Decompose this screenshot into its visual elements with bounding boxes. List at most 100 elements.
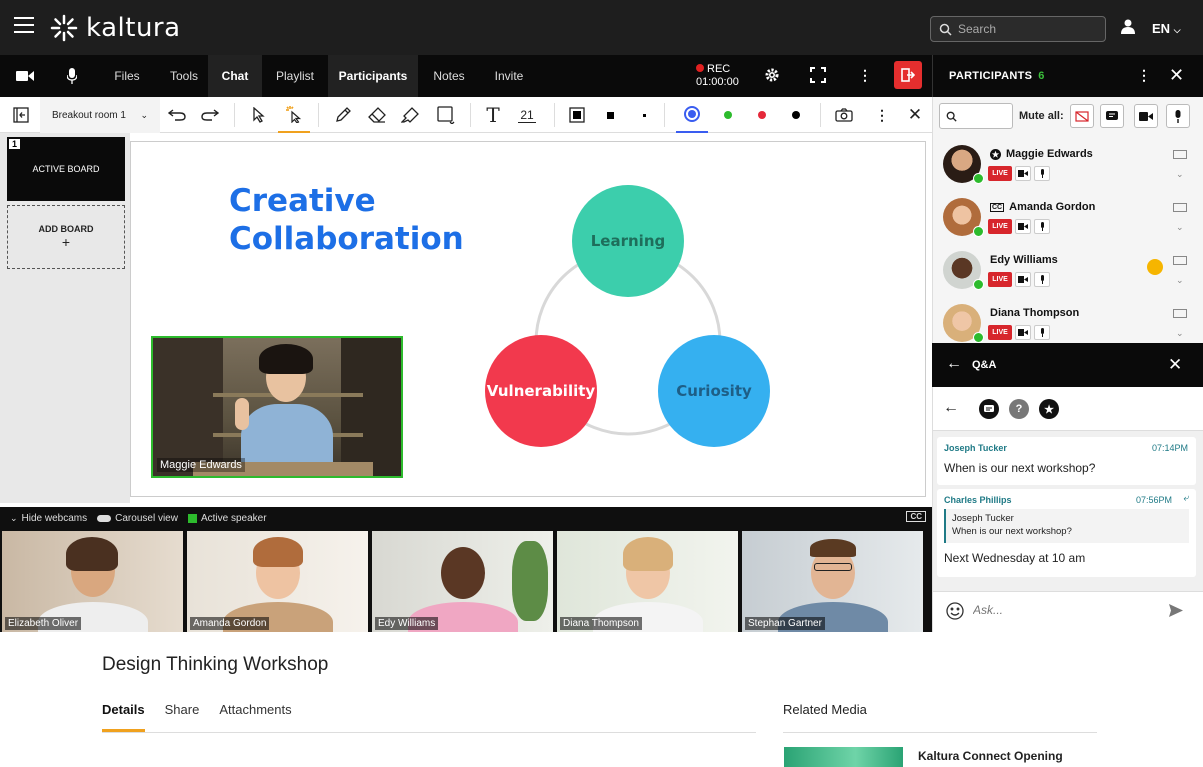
mute-all-mics-button[interactable]: [1166, 104, 1190, 128]
whiteboard-more-icon[interactable]: ⋮: [872, 97, 892, 133]
camera-icon[interactable]: [0, 55, 50, 97]
camera-icon[interactable]: [1015, 272, 1031, 287]
live-badge[interactable]: LIVE: [988, 166, 1012, 181]
leave-room-button[interactable]: [894, 61, 922, 89]
tab-participants[interactable]: Participants: [328, 55, 418, 97]
microphone-icon[interactable]: [50, 55, 94, 97]
filter-chat-icon[interactable]: [979, 399, 999, 419]
send-icon[interactable]: [1169, 604, 1183, 620]
user-icon[interactable]: [1120, 18, 1136, 37]
related-media-item[interactable]: Kaltura Connect Opening: [918, 749, 1063, 763]
whiteboard-canvas[interactable]: Creative Collaboration Learning Vulnerab…: [130, 141, 926, 497]
filter-question-icon[interactable]: ?: [1009, 399, 1029, 419]
camera-icon[interactable]: [1015, 166, 1031, 181]
raised-hand-icon[interactable]: [1147, 259, 1163, 275]
shape-tool-icon[interactable]: [434, 97, 458, 133]
screen-share-icon[interactable]: [1173, 308, 1187, 322]
redo-icon[interactable]: [199, 97, 221, 133]
pencil-icon[interactable]: [332, 97, 354, 133]
tab-tools[interactable]: Tools: [160, 55, 208, 97]
tab-share[interactable]: Share: [165, 702, 200, 732]
webcam-tile[interactable]: Amanda Gordon: [187, 531, 368, 632]
tab-details[interactable]: Details: [102, 702, 145, 732]
tab-playlist[interactable]: Playlist: [262, 55, 328, 97]
mute-all-cameras-button[interactable]: [1134, 104, 1158, 128]
participant-row[interactable]: CC Amanda Gordon LIVE ⌄: [933, 190, 1198, 243]
emoji-icon[interactable]: [946, 602, 964, 623]
closed-captions-icon[interactable]: CC: [906, 511, 926, 522]
webcam-tile[interactable]: Diana Thompson: [557, 531, 738, 632]
webcam-tile[interactable]: Edy Williams: [372, 531, 553, 632]
color-black[interactable]: [786, 97, 806, 133]
color-red[interactable]: [752, 97, 772, 133]
participant-row[interactable]: Edy Williams LIVE ⌄: [933, 243, 1198, 296]
breakout-room-select[interactable]: Breakout room 1 ⌄: [40, 97, 160, 133]
participant-search[interactable]: [939, 103, 1013, 129]
select-cursor-icon[interactable]: [248, 97, 270, 133]
color-green[interactable]: [718, 97, 738, 133]
more-options-icon[interactable]: ⋮: [858, 67, 872, 84]
language-selector[interactable]: EN ⌵: [1152, 21, 1181, 36]
close-icon[interactable]: ✕: [1168, 355, 1182, 375]
mute-all-chat-button[interactable]: [1100, 104, 1124, 128]
related-media-thumbnail[interactable]: [784, 747, 903, 767]
screenshot-camera-icon[interactable]: [832, 97, 856, 133]
webcam-tile[interactable]: Elizabeth Oliver: [2, 531, 183, 632]
reply-icon[interactable]: ⤶: [1183, 493, 1189, 504]
participant-row[interactable]: Diana Thompson LIVE ⌄: [933, 296, 1198, 343]
laser-pointer-icon[interactable]: [278, 97, 310, 133]
active-board-thumb[interactable]: 1 ACTIVE BOARD: [7, 137, 125, 201]
back-arrow-icon[interactable]: ←: [943, 399, 959, 417]
close-whiteboard-icon[interactable]: ✕: [904, 97, 926, 133]
color-blue-selected[interactable]: [676, 97, 708, 133]
fullscreen-icon[interactable]: [810, 67, 826, 86]
highlighter-icon[interactable]: [399, 97, 421, 133]
add-board-button[interactable]: ADD BOARD +: [7, 205, 125, 269]
kaltura-logo[interactable]: kaltura: [50, 13, 181, 43]
screen-share-icon[interactable]: [1173, 255, 1187, 269]
tab-files[interactable]: Files: [94, 55, 160, 97]
live-badge[interactable]: LIVE: [988, 272, 1012, 287]
filter-starred-icon[interactable]: ★: [1039, 399, 1059, 419]
live-badge[interactable]: LIVE: [988, 325, 1012, 340]
screen-share-icon[interactable]: [1173, 202, 1187, 216]
collapse-panel-icon[interactable]: [10, 97, 32, 133]
global-search[interactable]: [930, 16, 1106, 42]
chevron-down-icon[interactable]: ⌄: [1176, 275, 1184, 286]
text-tool-icon[interactable]: T: [482, 97, 504, 133]
qa-message[interactable]: Joseph Tucker 07:14PM When is our next w…: [937, 437, 1196, 485]
stroke-small-icon[interactable]: [634, 97, 654, 133]
chevron-down-icon[interactable]: ⌄: [1176, 169, 1184, 180]
microphone-icon[interactable]: [1034, 325, 1050, 340]
tab-invite[interactable]: Invite: [480, 55, 538, 97]
screen-share-icon[interactable]: [1173, 149, 1187, 163]
search-input[interactable]: [958, 22, 1098, 36]
tab-attachments[interactable]: Attachments: [219, 702, 291, 732]
microphone-icon[interactable]: [1034, 166, 1050, 181]
microphone-icon[interactable]: [1034, 272, 1050, 287]
participant-search-input[interactable]: [961, 110, 1011, 122]
hide-webcams-toggle[interactable]: ⌄ Hide webcams: [10, 513, 87, 524]
close-icon[interactable]: ✕: [1169, 65, 1184, 86]
webcam-tile[interactable]: Stephan Gartner: [742, 531, 923, 632]
qa-message[interactable]: Charles Phillips 07:56PM ⤶ Joseph Tucker…: [937, 489, 1196, 577]
gear-icon[interactable]: [764, 67, 780, 86]
camera-icon[interactable]: [1015, 325, 1031, 340]
tab-chat[interactable]: Chat: [208, 55, 262, 97]
recording-status[interactable]: REC 01:00:00: [696, 63, 739, 89]
carousel-view-toggle[interactable]: Carousel view: [97, 513, 178, 524]
chevron-down-icon[interactable]: ⌄: [1176, 328, 1184, 339]
tab-notes[interactable]: Notes: [418, 55, 480, 97]
participant-row[interactable]: Maggie Edwards LIVE ⌄: [933, 137, 1198, 190]
eraser-icon[interactable]: [366, 97, 388, 133]
mute-all-screens-button[interactable]: [1070, 104, 1094, 128]
qa-input[interactable]: [973, 603, 1163, 617]
stroke-large-icon[interactable]: [600, 97, 620, 133]
chevron-down-icon[interactable]: ⌄: [1176, 222, 1184, 233]
live-badge[interactable]: LIVE: [988, 219, 1012, 234]
presenter-video[interactable]: Maggie Edwards: [151, 336, 403, 478]
microphone-icon[interactable]: [1034, 219, 1050, 234]
font-size-select[interactable]: 21: [512, 97, 542, 133]
back-arrow-icon[interactable]: ←: [946, 355, 962, 373]
hamburger-menu-icon[interactable]: [14, 17, 34, 33]
